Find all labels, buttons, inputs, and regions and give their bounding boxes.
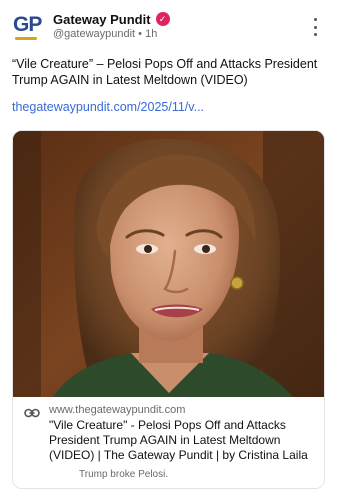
name-row: Gateway Pundit ✓ <box>53 11 170 27</box>
avatar[interactable]: GP <box>12 10 44 42</box>
post-link[interactable]: thegatewaypundit.com/2025/11/v... <box>12 100 324 114</box>
post-header: GP Gateway Pundit ✓ @gatewaypundit • 1h <box>12 10 325 44</box>
separator-dot: • <box>138 28 143 40</box>
card-description: Trump broke Pelosi. <box>79 469 169 480</box>
link-icon <box>24 408 40 418</box>
post-text: “Vile Creature” – Pelosi Pops Off and At… <box>12 57 318 87</box>
link-preview-image <box>13 131 324 397</box>
handle-row: @gatewaypundit • 1h <box>53 28 157 40</box>
social-post: GP Gateway Pundit ✓ @gatewaypundit • 1h … <box>0 0 337 500</box>
card-domain: www.thegatewaypundit.com <box>49 404 186 416</box>
avatar-logo-swoosh <box>15 37 37 40</box>
link-preview-details: www.thegatewaypundit.com "Vile Creature"… <box>13 397 324 488</box>
avatar-logo-text: GP <box>13 13 42 36</box>
account-handle[interactable]: @gatewaypundit <box>53 28 135 40</box>
card-title[interactable]: "Vile Creature" - Pelosi Pops Off and At… <box>49 418 317 464</box>
link-preview-card[interactable]: www.thegatewaypundit.com "Vile Creature"… <box>12 130 325 489</box>
display-name[interactable]: Gateway Pundit <box>53 12 151 27</box>
more-options-icon[interactable] <box>311 18 319 36</box>
portrait-photo <box>13 131 324 397</box>
verified-badge-icon: ✓ <box>155 12 170 26</box>
post-time[interactable]: 1h <box>145 28 157 40</box>
